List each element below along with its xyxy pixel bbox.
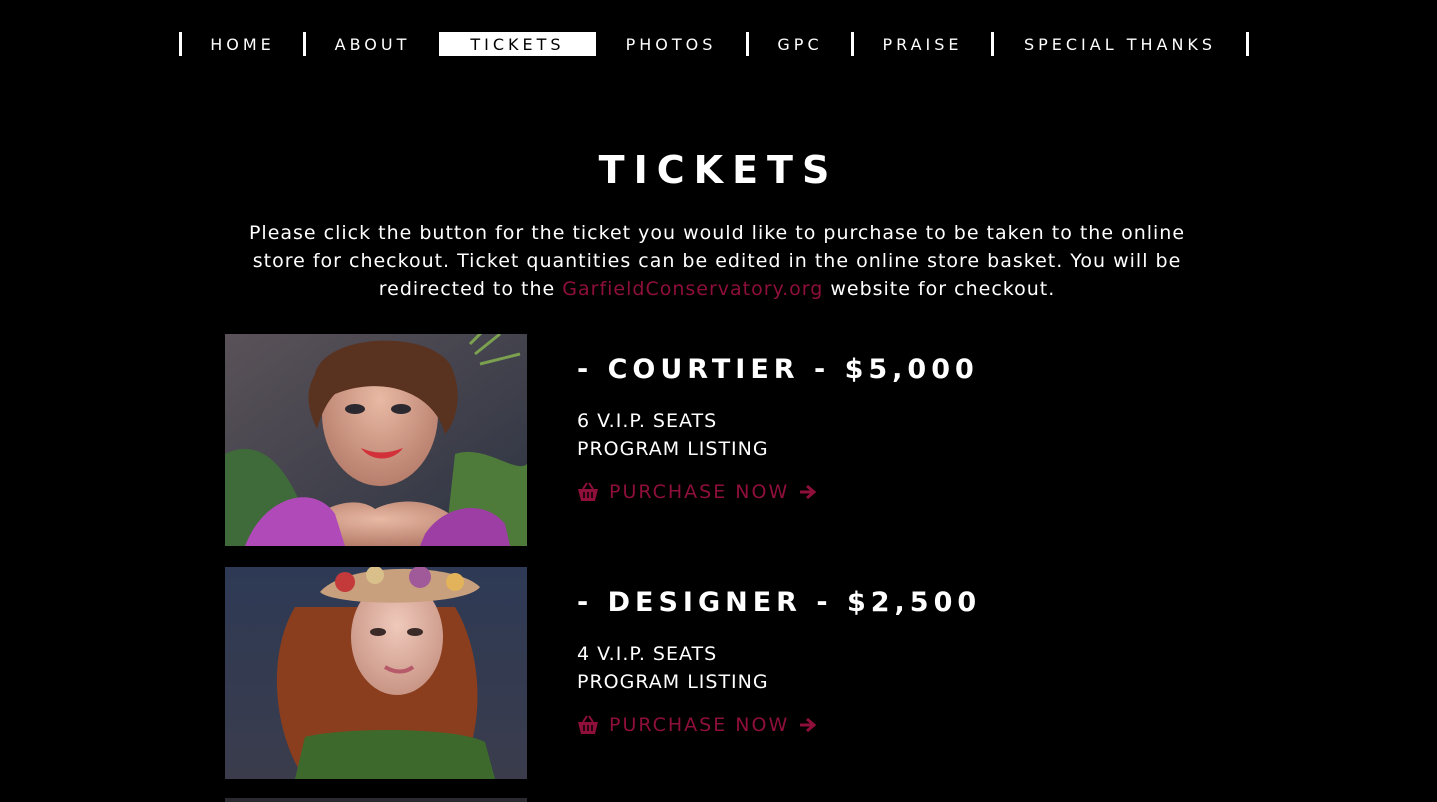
garfield-conservatory-link[interactable]: GarfieldConservatory.org <box>562 278 823 300</box>
ticket-photo <box>225 334 527 546</box>
nav-item-tickets[interactable]: TICKETS <box>439 32 596 56</box>
main-nav: HOME ABOUT TICKETS PHOTOS GPC PRAISE SPE… <box>179 32 1249 56</box>
ticket-card-courtier: - COURTIER - $5,000 6 V.I.P. SEATS PROGR… <box>225 334 1225 546</box>
nav-item-gpc[interactable]: GPC <box>749 32 851 56</box>
ticket-photo-partial <box>225 798 527 802</box>
ticket-photo <box>225 567 527 779</box>
ticket-name: - DESIGNER - $2,500 <box>577 587 982 618</box>
nav-item-home[interactable]: HOME <box>182 32 303 56</box>
ticket-perk: PROGRAM LISTING <box>577 438 769 460</box>
ticket-name: - COURTIER - $5,000 <box>577 354 979 385</box>
ticket-info: - DESIGNER - $2,500 4 V.I.P. SEATS PROGR… <box>577 587 981 736</box>
intro-text-end: website for checkout. <box>823 278 1056 300</box>
ticket-perk: 4 V.I.P. SEATS <box>577 643 718 665</box>
purchase-now-button[interactable]: PURCHASE NOW <box>577 481 979 503</box>
arrow-right-icon <box>799 484 817 500</box>
nav-item-special-thanks[interactable]: SPECIAL THANKS <box>994 32 1246 56</box>
model-photo-image <box>225 334 527 546</box>
basket-icon <box>577 482 599 502</box>
nav-item-about[interactable]: ABOUT <box>306 32 439 56</box>
model-photo-image <box>225 567 527 779</box>
purchase-now-label: PURCHASE NOW <box>609 714 790 736</box>
page-title: TICKETS <box>598 148 839 192</box>
ticket-info: - COURTIER - $5,000 6 V.I.P. SEATS PROGR… <box>577 354 979 503</box>
nav-item-photos[interactable]: PHOTOS <box>596 32 746 56</box>
ticket-perk: 6 V.I.P. SEATS <box>577 410 718 432</box>
intro-text: Please click the button for the ticket y… <box>232 219 1202 303</box>
arrow-right-icon <box>799 717 817 733</box>
nav-item-praise[interactable]: PRAISE <box>854 32 991 56</box>
purchase-now-label: PURCHASE NOW <box>609 481 790 503</box>
ticket-perk: PROGRAM LISTING <box>577 671 769 693</box>
nav-divider <box>1246 32 1249 56</box>
basket-icon <box>577 715 599 735</box>
ticket-card-designer: - DESIGNER - $2,500 4 V.I.P. SEATS PROGR… <box>225 567 1225 779</box>
purchase-now-button[interactable]: PURCHASE NOW <box>577 714 981 736</box>
